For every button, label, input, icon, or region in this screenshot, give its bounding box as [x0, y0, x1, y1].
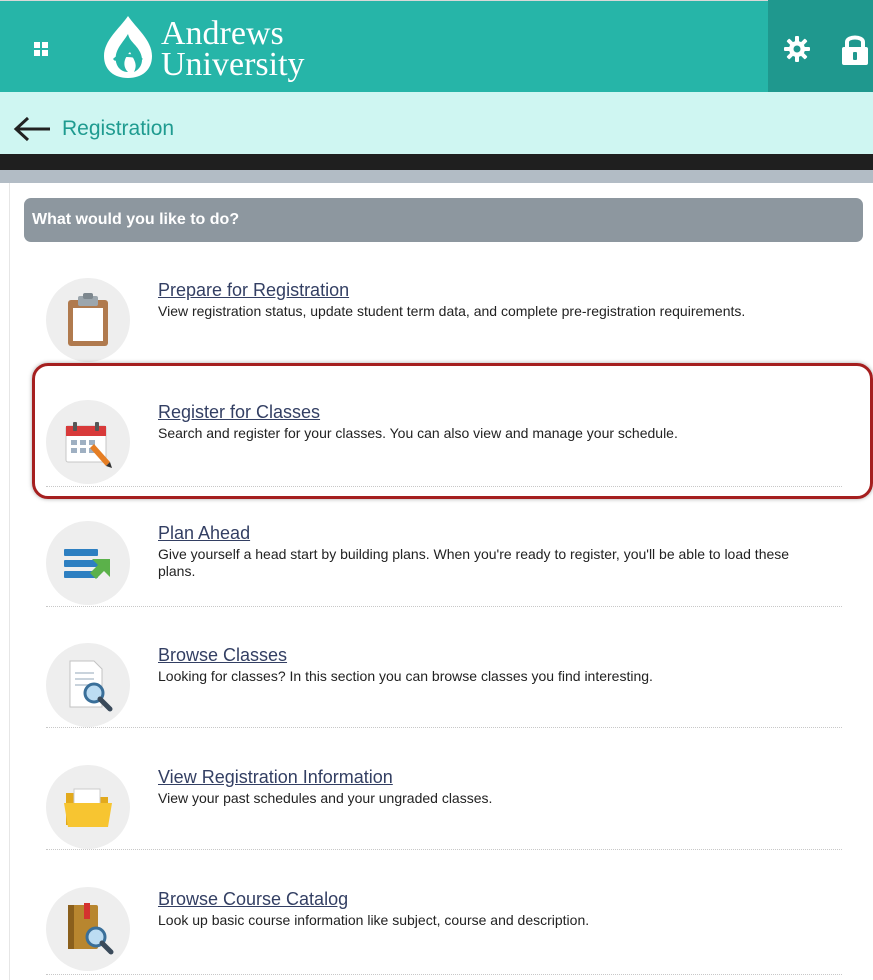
logo-line-1: Andrews — [161, 15, 284, 52]
panel-heading: What would you like to do? — [32, 211, 240, 228]
divider — [46, 974, 842, 975]
book-magnifier-icon — [68, 903, 114, 955]
separator-bar — [0, 154, 873, 170]
item-icon-circle — [46, 765, 130, 849]
item-icon-circle — [46, 643, 130, 727]
logo-line-2: University — [161, 46, 305, 83]
highlight-box — [32, 363, 873, 499]
university-logo-text[interactable]: Andrews University — [161, 15, 305, 83]
item-icon-circle — [46, 887, 130, 971]
divider — [46, 849, 842, 850]
item-icon-circle — [46, 521, 130, 605]
gear-icon[interactable] — [784, 36, 810, 62]
lock-icon[interactable] — [840, 33, 870, 65]
menu-item-title[interactable]: View Registration Information — [158, 767, 393, 788]
divider — [46, 727, 842, 728]
item-icon-circle — [46, 278, 130, 362]
divider — [46, 606, 842, 607]
clipboard-icon — [68, 293, 108, 346]
menu-item-description: View registration status, update student… — [158, 303, 746, 319]
menu-item-description: Looking for classes? In this section you… — [158, 668, 653, 684]
menu-item-description: View your past schedules and your ungrad… — [158, 790, 493, 806]
document-magnifier-icon — [69, 660, 113, 712]
back-arrow-icon[interactable] — [12, 115, 52, 143]
panel-top-strip — [0, 170, 873, 183]
plan-list-arrow-icon — [64, 549, 110, 579]
apps-grid-icon[interactable] — [34, 42, 48, 56]
menu-item-title[interactable]: Browse Classes — [158, 645, 287, 666]
menu-item-description: Look up basic course information like su… — [158, 912, 590, 928]
page-title: Registration — [62, 117, 175, 140]
menu-item-title[interactable]: Browse Course Catalog — [158, 889, 348, 910]
menu-item-description: Give yourself a head start by building p… — [158, 546, 790, 579]
folder-icon — [64, 788, 112, 827]
menu-item-title[interactable]: Plan Ahead — [158, 523, 250, 544]
andrews-flame-logo-icon[interactable] — [100, 14, 156, 80]
menu-item-title[interactable]: Prepare for Registration — [158, 280, 349, 301]
